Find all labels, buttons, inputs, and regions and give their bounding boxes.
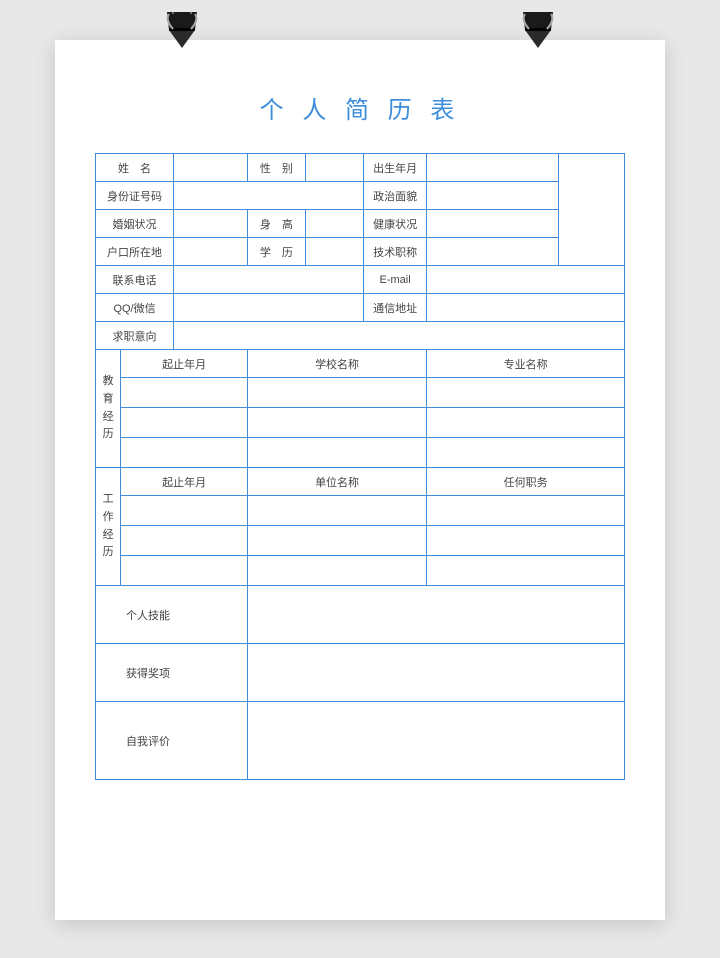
- edu-row: [121, 408, 248, 438]
- field-name: [174, 154, 248, 182]
- field-awards: [247, 644, 624, 702]
- label-position: 任何职务: [427, 468, 625, 496]
- field-jobtitle: [427, 238, 559, 266]
- field-email: [427, 266, 625, 294]
- work-row: [247, 556, 426, 586]
- label-school: 学校名称: [247, 350, 426, 378]
- work-row: [121, 526, 248, 556]
- document-title: 个 人 简 历 表: [95, 90, 625, 125]
- edu-row: [427, 408, 625, 438]
- field-self: [247, 702, 624, 780]
- field-address: [427, 294, 625, 322]
- photo-area: [559, 154, 625, 266]
- label-workexp: 工作经历: [96, 468, 121, 586]
- binder-clip-icon: [511, 12, 565, 56]
- label-height: 身 高: [247, 210, 305, 238]
- label-education: 学 历: [247, 238, 305, 266]
- field-health: [427, 210, 559, 238]
- edu-row: [121, 378, 248, 408]
- work-row: [121, 556, 248, 586]
- field-phone: [174, 266, 364, 294]
- edu-row: [247, 408, 426, 438]
- label-jobtitle: 技术职称: [363, 238, 426, 266]
- work-row: [427, 526, 625, 556]
- label-hukou: 户口所在地: [96, 238, 174, 266]
- edu-row: [247, 438, 426, 468]
- field-hukou: [174, 238, 248, 266]
- label-marital: 婚姻状况: [96, 210, 174, 238]
- label-address: 通信地址: [363, 294, 426, 322]
- label-health: 健康状况: [363, 210, 426, 238]
- label-period: 起止年月: [121, 468, 248, 496]
- binder-clip-icon: [155, 12, 209, 56]
- label-idnum: 身份证号码: [96, 182, 174, 210]
- label-awards: 获得奖项: [96, 644, 248, 702]
- work-row: [121, 496, 248, 526]
- field-political: [427, 182, 559, 210]
- label-phone: 联系电话: [96, 266, 174, 294]
- field-intent: [174, 322, 625, 350]
- resume-form-table: 姓 名 性 别 出生年月 身份证号码 政治面貌 婚姻状况 身 高 健康状况 户口…: [95, 153, 625, 780]
- label-email: E-mail: [363, 266, 426, 294]
- label-period: 起止年月: [121, 350, 248, 378]
- field-idnum: [174, 182, 364, 210]
- field-qq: [174, 294, 364, 322]
- field-education: [305, 238, 363, 266]
- label-company: 单位名称: [247, 468, 426, 496]
- label-qq: QQ/微信: [96, 294, 174, 322]
- edu-row: [427, 378, 625, 408]
- document-page: 个 人 简 历 表 姓 名 性 别 出生年月 身份证号码 政治面貌 婚姻状况 身…: [55, 40, 665, 920]
- field-gender: [305, 154, 363, 182]
- field-marital: [174, 210, 248, 238]
- field-birth: [427, 154, 559, 182]
- label-intent: 求职意向: [96, 322, 174, 350]
- field-skills: [247, 586, 624, 644]
- label-major: 专业名称: [427, 350, 625, 378]
- label-eduexp: 教育经历: [96, 350, 121, 468]
- edu-row: [121, 438, 248, 468]
- work-row: [247, 526, 426, 556]
- label-birth: 出生年月: [363, 154, 426, 182]
- edu-row: [427, 438, 625, 468]
- label-name: 姓 名: [96, 154, 174, 182]
- label-gender: 性 别: [247, 154, 305, 182]
- work-row: [427, 496, 625, 526]
- work-row: [427, 556, 625, 586]
- work-row: [247, 496, 426, 526]
- label-self: 自我评价: [96, 702, 248, 780]
- label-skills: 个人技能: [96, 586, 248, 644]
- edu-row: [247, 378, 426, 408]
- label-political: 政治面貌: [363, 182, 426, 210]
- field-height: [305, 210, 363, 238]
